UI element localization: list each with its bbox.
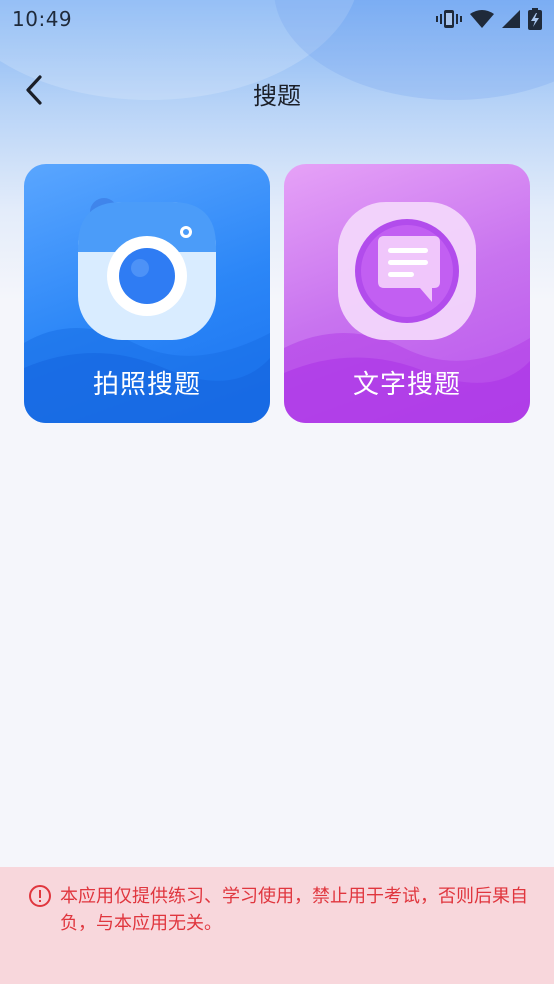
text-search-label: 文字搜题 [352,370,461,400]
vibrate-icon [436,9,462,29]
navigation-bar: 搜题 [0,64,554,120]
camera-icon [74,194,220,344]
disclaimer-text: 本应用仅提供练习、学习使用，禁止用于考试，否则后果自负，与本应用无关。 [60,886,528,934]
battery-charging-icon [528,8,542,30]
disclaimer-banner: 本应用仅提供练习、学习使用，禁止用于考试，否则后果自负，与本应用无关。 [0,867,554,984]
page-title: 搜题 [253,82,301,110]
signal-icon [502,10,520,28]
text-search-card[interactable]: 文字搜题 [284,164,530,423]
chat-bubble-icon [334,194,480,344]
photo-search-label: 拍照搜题 [92,370,201,400]
wifi-icon [470,10,494,28]
status-icons [436,8,542,30]
warning-icon [28,884,52,908]
status-bar: 10:49 [0,0,554,38]
status-time: 10:49 [12,7,73,31]
photo-search-card[interactable]: 拍照搜题 [24,164,270,423]
